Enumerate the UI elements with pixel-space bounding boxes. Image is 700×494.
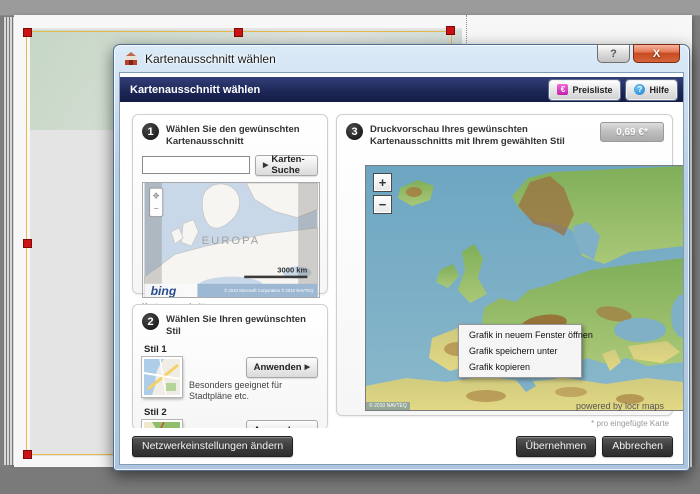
app-icon xyxy=(123,51,139,67)
step1-number-badge: 1 xyxy=(142,123,159,140)
price-footnote: * pro eingefügte Karte xyxy=(336,419,673,428)
map-search-input[interactable] xyxy=(142,156,250,174)
preisliste-button[interactable]: € Preisliste xyxy=(549,80,620,100)
workspace-bottom-area xyxy=(0,467,700,494)
zoom-out-button[interactable]: − xyxy=(373,195,392,214)
stil1-description: Besonders geeignet für Stadtpläne etc. xyxy=(189,380,318,402)
price-tag-icon: € xyxy=(557,84,568,95)
powered-by-label: powered by locr maps xyxy=(576,401,664,411)
app-toolbar-strip xyxy=(0,0,700,16)
layout-guide-line xyxy=(466,15,467,45)
step2-number-badge: 2 xyxy=(142,313,159,330)
close-icon[interactable]: X xyxy=(633,44,680,63)
selection-handle-top-mid[interactable] xyxy=(234,28,243,37)
hilfe-button[interactable]: ? Hilfe xyxy=(626,80,677,100)
map-scale-label: 3000 km xyxy=(277,265,307,274)
step1-panel: 1 Wählen Sie den gewünschten Kartenaussc… xyxy=(132,114,328,294)
map-scale-bar xyxy=(244,275,307,278)
dialog-kartenausschnitt: Kartenausschnitt wählen ? X Kartenaussch… xyxy=(113,44,690,471)
stil1-label: Stil 1 xyxy=(144,344,318,355)
play-arrow-icon: ▶ xyxy=(305,363,310,371)
dialog-title: Kartenausschnitt wählen xyxy=(145,52,276,66)
anwenden-stil2-button[interactable]: Anwenden ▶ xyxy=(246,420,318,428)
right-column: 3 Druckvorschau Ihres gewünschten Karten… xyxy=(336,114,673,428)
menu-item-save-as[interactable]: Grafik speichern unter xyxy=(459,343,581,359)
menu-item-copy[interactable]: Grafik kopieren xyxy=(459,359,581,375)
anwenden-stil1-button[interactable]: Anwenden ▶ xyxy=(246,357,318,378)
svg-text:EUROPA: EUROPA xyxy=(202,235,261,247)
menu-item-open-new-window[interactable]: Grafik in neuem Fenster öffnen xyxy=(459,327,581,343)
svg-text:−: − xyxy=(154,203,159,213)
bing-logo: bing xyxy=(151,284,177,298)
dialog-client-area: Kartenausschnitt wählen € Preisliste ? H… xyxy=(119,72,684,465)
dialog-footer: Netzwerkeinstellungen ändern Übernehmen … xyxy=(120,428,683,464)
desktop-background: Kartenausschnitt wählen ? X Kartenaussch… xyxy=(0,0,700,494)
context-menu: Grafik in neuem Fenster öffnen Grafik sp… xyxy=(458,324,582,378)
window-help-button[interactable]: ? xyxy=(597,44,630,63)
selection-handle-mid-left[interactable] xyxy=(23,239,32,248)
step2-title: Wählen Sie Ihren gewünschten Stil xyxy=(166,313,318,338)
minus-icon: − xyxy=(379,198,387,211)
preisliste-label: Preisliste xyxy=(572,85,612,95)
stil1-thumbnail[interactable] xyxy=(142,357,182,397)
map-pan-zoom-control[interactable]: ✥ − xyxy=(150,188,163,217)
cancel-button[interactable]: Abbrechen xyxy=(602,436,673,457)
apply-button[interactable]: Übernehmen xyxy=(516,436,597,457)
dialog-content: 1 Wählen Sie den gewünschten Kartenaussc… xyxy=(120,102,683,428)
page-stack-edge xyxy=(3,17,14,465)
dialog-header-bar: Kartenausschnitt wählen € Preisliste ? H… xyxy=(120,77,683,102)
step3-title: Druckvorschau Ihres gewünschten Kartenau… xyxy=(370,123,591,148)
plus-icon: + xyxy=(379,176,387,189)
network-settings-button[interactable]: Netzwerkeinstellungen ändern xyxy=(132,436,293,457)
svg-text:✥: ✥ xyxy=(153,191,160,200)
play-arrow-icon: ▶ xyxy=(263,161,268,169)
bing-overview-map[interactable]: EUROPA ✥ − 3000 km xyxy=(142,182,320,298)
selection-handle-bottom-left[interactable] xyxy=(23,450,32,459)
selection-handle-top-right[interactable] xyxy=(446,26,455,35)
zoom-in-button[interactable]: + xyxy=(373,173,392,192)
question-icon: ? xyxy=(610,48,617,60)
header-title: Kartenausschnitt wählen xyxy=(130,84,543,96)
left-column: 1 Wählen Sie den gewünschten Kartenaussc… xyxy=(132,114,328,428)
stil2-label: Stil 2 xyxy=(144,407,318,418)
hilfe-label: Hilfe xyxy=(649,85,669,95)
step1-title: Wählen Sie den gewünschten Kartenausschn… xyxy=(166,123,318,148)
step3-panel: 3 Druckvorschau Ihres gewünschten Karten… xyxy=(336,114,673,416)
karten-suche-button[interactable]: ▶ Karten-Suche xyxy=(255,155,318,176)
map-copyright: © 2010 Microsoft Corporation © 2010 NAVT… xyxy=(224,288,314,293)
price-badge: 0,69 €* xyxy=(600,122,664,142)
help-icon: ? xyxy=(634,84,645,95)
selection-handle-top-left[interactable] xyxy=(23,28,32,37)
map-preview[interactable]: + − © 2010 NAVTEQ Grafik in neuem Fenste… xyxy=(365,165,683,411)
stil2-thumbnail[interactable] xyxy=(142,420,182,428)
map-attribution: © 2010 NAVTEQ xyxy=(366,402,410,410)
step3-number-badge: 3 xyxy=(346,123,363,140)
dialog-titlebar[interactable]: Kartenausschnitt wählen ? X xyxy=(114,45,689,72)
step2-panel: 2 Wählen Sie Ihren gewünschten Stil Stil… xyxy=(132,304,328,428)
